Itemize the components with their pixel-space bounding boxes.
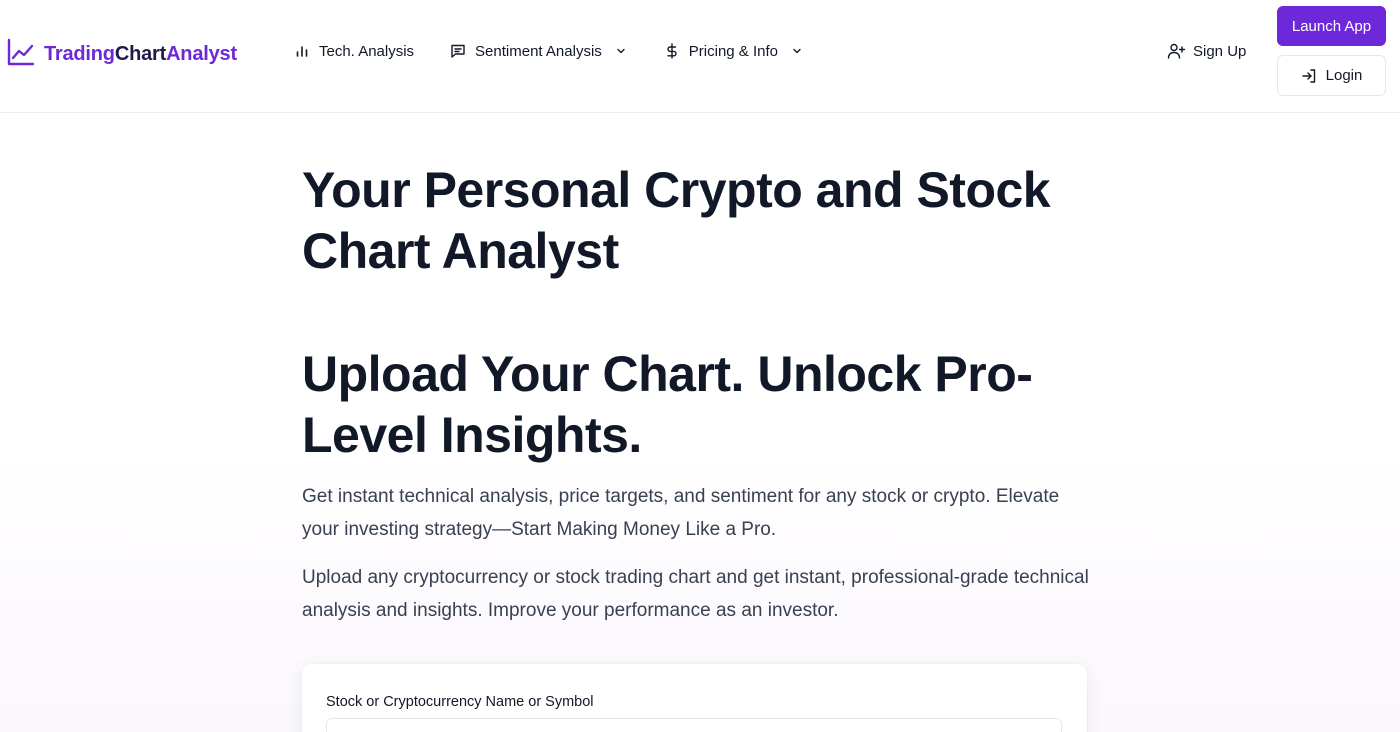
nav-item-pricing-info[interactable]: Pricing & Info bbox=[664, 40, 804, 62]
chevron-down-icon bbox=[614, 44, 628, 58]
signup-label: Sign Up bbox=[1193, 42, 1247, 60]
nav-item-label: Pricing & Info bbox=[688, 42, 778, 60]
hero-description: Get instant technical analysis, price ta… bbox=[302, 486, 1060, 540]
message-square-icon bbox=[450, 43, 466, 59]
nav-item-sentiment-analysis[interactable]: Sentiment Analysis bbox=[450, 40, 628, 62]
hero-section: Your Personal Crypto and Stock Chart Ana… bbox=[302, 160, 1092, 627]
signup-link[interactable]: Sign Up bbox=[1167, 40, 1246, 62]
launch-app-button[interactable]: Launch App bbox=[1277, 6, 1386, 46]
dollar-icon bbox=[664, 43, 680, 59]
bar-chart-icon bbox=[294, 43, 310, 59]
chart-line-icon bbox=[6, 37, 36, 72]
hero-description-secondary: Upload any cryptocurrency or stock tradi… bbox=[302, 567, 1089, 621]
log-in-icon bbox=[1301, 68, 1317, 84]
login-label: Login bbox=[1325, 67, 1363, 84]
symbol-field-label: Stock or Cryptocurrency Name or Symbol bbox=[326, 694, 594, 710]
nav-item-label: Sentiment Analysis bbox=[475, 42, 602, 60]
main-nav: Tech. Analysis Sentiment Analysis Pricin… bbox=[294, 40, 840, 62]
user-plus-icon bbox=[1167, 42, 1185, 60]
site-header: TradingChartAnalyst Tech. Analysis Senti… bbox=[0, 0, 1400, 113]
chevron-down-icon bbox=[790, 44, 804, 58]
nav-item-tech-analysis[interactable]: Tech. Analysis bbox=[294, 40, 414, 62]
login-button[interactable]: Login bbox=[1277, 55, 1386, 96]
brand-name-part-chart: Chart bbox=[114, 43, 167, 65]
hero-subtitle: Upload Your Chart. Unlock Pro-Level Insi… bbox=[302, 346, 1033, 463]
brand-name-part-trading: Trading bbox=[44, 43, 115, 65]
page-title: Your Personal Crypto and Stock Chart Ana… bbox=[302, 162, 1051, 279]
brand-name-part-analyst: Analyst bbox=[166, 43, 237, 65]
brand-logo[interactable]: TradingChartAnalyst bbox=[6, 37, 237, 72]
symbol-input[interactable] bbox=[326, 718, 1062, 732]
brand-name: TradingChartAnalyst bbox=[44, 43, 237, 66]
symbol-form-card: Stock or Cryptocurrency Name or Symbol bbox=[302, 664, 1087, 732]
nav-item-label: Tech. Analysis bbox=[319, 42, 415, 60]
